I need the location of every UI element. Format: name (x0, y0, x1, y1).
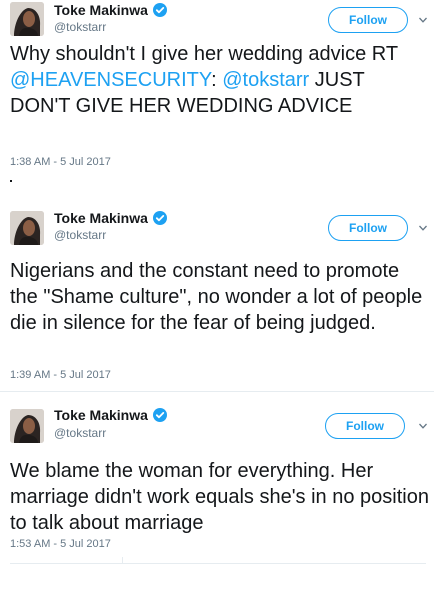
avatar-photo-icon (10, 2, 44, 36)
avatar[interactable] (10, 211, 44, 245)
tweet-3: Toke Makinwa @tokstarr Follow We blame t… (0, 402, 434, 552)
tweet-timestamp[interactable]: 1:39 AM - 5 Jul 2017 (10, 369, 111, 381)
verified-badge-icon (152, 3, 167, 17)
avatar-photo-icon (10, 409, 44, 443)
avatar[interactable] (10, 409, 44, 443)
avatar-photo-icon (10, 211, 44, 245)
tweet-divider (0, 391, 434, 392)
mention-link[interactable]: @HEAVENSECURITY (10, 69, 211, 91)
chevron-down-icon[interactable] (418, 15, 428, 25)
tweet-text: Why shouldn't I give her wedding advice … (10, 41, 430, 119)
follow-button[interactable]: Follow (328, 215, 408, 241)
verified-badge-icon (152, 408, 167, 422)
user-name-row[interactable]: Toke Makinwa (54, 407, 167, 423)
separator-dot (10, 180, 12, 182)
user-name-row[interactable]: Toke Makinwa (54, 210, 167, 226)
mention-link[interactable]: @tokstarr (222, 69, 309, 91)
bottom-divider-tick (122, 557, 123, 563)
user-name[interactable]: Toke Makinwa (54, 2, 148, 18)
user-handle[interactable]: @tokstarr (54, 228, 106, 242)
tweet-text-part: Why shouldn't I give her wedding advice … (10, 43, 398, 65)
bottom-divider (10, 563, 426, 564)
chevron-down-icon[interactable] (418, 223, 428, 233)
user-name[interactable]: Toke Makinwa (54, 407, 148, 423)
follow-button[interactable]: Follow (325, 413, 405, 439)
follow-button[interactable]: Follow (328, 7, 408, 33)
avatar[interactable] (10, 2, 44, 36)
chevron-down-icon[interactable] (418, 421, 428, 431)
user-handle[interactable]: @tokstarr (54, 426, 106, 440)
tweet-2: Toke Makinwa @tokstarr Follow Nigerians … (0, 205, 434, 385)
tweet-text-part: : (211, 69, 223, 91)
tweet-1: Toke Makinwa @tokstarr Follow Why should… (0, 0, 434, 176)
tweet-text: We blame the woman for everything. Her m… (10, 460, 429, 534)
user-name[interactable]: Toke Makinwa (54, 210, 148, 226)
tweet-timestamp[interactable]: 1:38 AM - 5 Jul 2017 (10, 156, 111, 168)
tweet-timestamp[interactable]: 1:53 AM - 5 Jul 2017 (10, 538, 111, 550)
tweet-text: Nigerians and the constant need to promo… (10, 260, 423, 334)
verified-badge-icon (152, 211, 167, 225)
user-handle[interactable]: @tokstarr (54, 20, 106, 34)
user-name-row[interactable]: Toke Makinwa (54, 2, 167, 18)
